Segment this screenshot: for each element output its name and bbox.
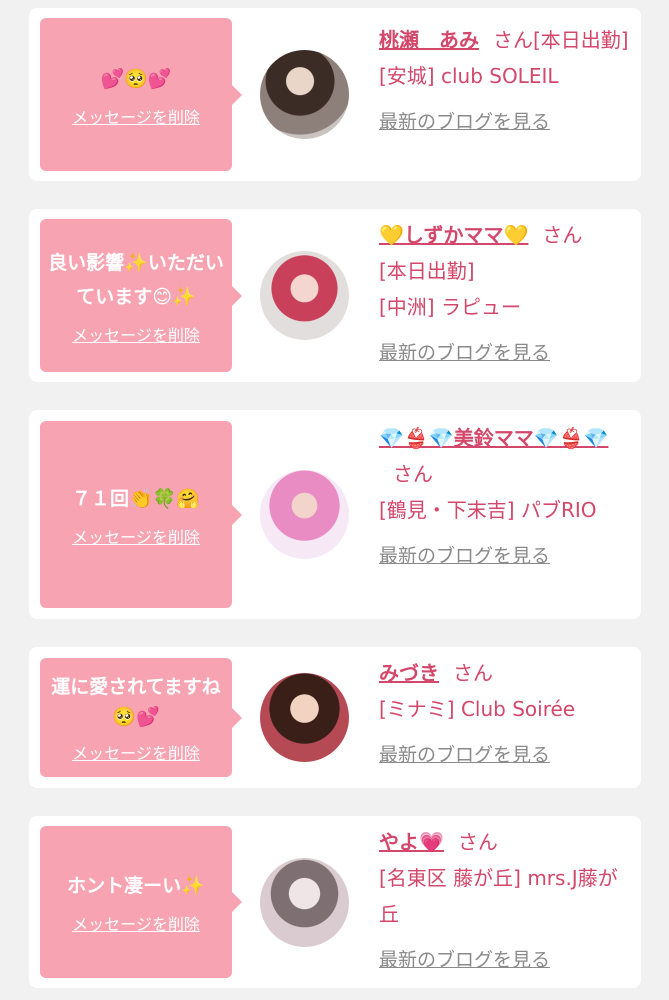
avatar[interactable] <box>260 673 349 762</box>
honorific: さん <box>542 223 583 247</box>
delete-message-link[interactable]: メッセージを削除 <box>72 740 200 764</box>
honorific: さん <box>457 830 498 854</box>
message-bubble: ７１回👏🍀🤗 メッセージを削除 <box>40 421 242 608</box>
delete-message-link[interactable]: メッセージを削除 <box>72 104 200 128</box>
message-text: 良い影響✨いただいています😊✨ <box>48 251 224 308</box>
avatar[interactable] <box>260 858 349 947</box>
profile-info: やよ💗 さん [名東区 藤が丘] mrs.J藤が丘 最新のブログを見る <box>379 824 629 978</box>
work-status: [本日出勤] <box>533 28 629 52</box>
message-bubble: 良い影響✨いただいています😊✨ メッセージを削除 <box>40 219 242 372</box>
honorific: さん <box>393 462 433 486</box>
profile-info: 💎👙💎美鈴ママ💎👙💎 さん [鶴見・下末吉] パブRIO 最新のブログを見る <box>379 420 629 574</box>
message-list: 💕🥺💕 メッセージを削除 桃瀬 あみ さん[本日出勤] [安城] club SOL… <box>0 0 669 1000</box>
profile-info: 桃瀬 あみ さん[本日出勤] [安城] club SOLEIL 最新のブログを見る <box>379 22 629 140</box>
shop-name: [安城] club SOLEIL <box>379 64 559 88</box>
latest-blog-link[interactable]: 最新のブログを見る <box>379 538 550 574</box>
message-text: ホント凄ーい✨ <box>67 875 205 897</box>
honorific: さん <box>453 661 493 685</box>
avatar[interactable] <box>260 470 349 559</box>
avatar[interactable] <box>260 251 349 340</box>
profile-name-link[interactable]: みづき <box>379 661 439 685</box>
message-card: 💕🥺💕 メッセージを削除 桃瀬 あみ さん[本日出勤] [安城] club SOL… <box>29 8 641 181</box>
shop-name: [中洲] ラピュー <box>379 295 521 319</box>
message-card: 運に愛されてますね🥺💕 メッセージを削除 みづき さん [ミナミ] Club So… <box>29 647 641 788</box>
profile-name-link[interactable]: 💎👙💎美鈴ママ💎👙💎 <box>379 426 608 450</box>
shop-name: [名東区 藤が丘] mrs.J藤が丘 <box>379 866 618 926</box>
message-text: 💕🥺💕 <box>100 67 172 90</box>
profile-name-link[interactable]: 桃瀬 あみ <box>379 28 479 52</box>
avatar[interactable] <box>260 50 349 139</box>
profile-name-link[interactable]: やよ💗 <box>379 830 444 854</box>
message-bubble: 運に愛されてますね🥺💕 メッセージを削除 <box>40 658 242 777</box>
delete-message-link[interactable]: メッセージを削除 <box>72 524 200 548</box>
message-bubble: 💕🥺💕 メッセージを削除 <box>40 18 242 171</box>
message-bubble: ホント凄ーい✨ メッセージを削除 <box>40 826 242 978</box>
message-card: ホント凄ーい✨ メッセージを削除 やよ💗 さん [名東区 藤が丘] mrs.J藤が… <box>29 816 641 988</box>
latest-blog-link[interactable]: 最新のブログを見る <box>379 335 550 371</box>
message-card: ７１回👏🍀🤗 メッセージを削除 💎👙💎美鈴ママ💎👙💎 さん [鶴見・下末吉] パブ… <box>29 410 641 619</box>
profile-info: みづき さん [ミナミ] Club Soirée 最新のブログを見る <box>379 655 629 773</box>
delete-message-link[interactable]: メッセージを削除 <box>72 911 200 935</box>
latest-blog-link[interactable]: 最新のブログを見る <box>379 737 550 773</box>
message-text: 運に愛されてますね🥺💕 <box>51 675 221 728</box>
message-text: ７１回👏🍀🤗 <box>72 487 200 510</box>
delete-message-link[interactable]: メッセージを削除 <box>72 322 200 346</box>
work-status: [本日出勤] <box>379 259 475 283</box>
shop-name: [鶴見・下末吉] パブRIO <box>379 498 597 522</box>
latest-blog-link[interactable]: 最新のブログを見る <box>379 104 550 140</box>
profile-name-link[interactable]: 💛しずかママ💛 <box>379 223 528 247</box>
message-card: 良い影響✨いただいています😊✨ メッセージを削除 💛しずかママ💛 さん [本日出勤… <box>29 209 641 382</box>
latest-blog-link[interactable]: 最新のブログを見る <box>379 942 550 978</box>
shop-name: [ミナミ] Club Soirée <box>379 697 576 721</box>
profile-info: 💛しずかママ💛 さん [本日出勤] [中洲] ラピュー 最新のブログを見る <box>379 217 629 371</box>
honorific: さん <box>493 28 533 52</box>
